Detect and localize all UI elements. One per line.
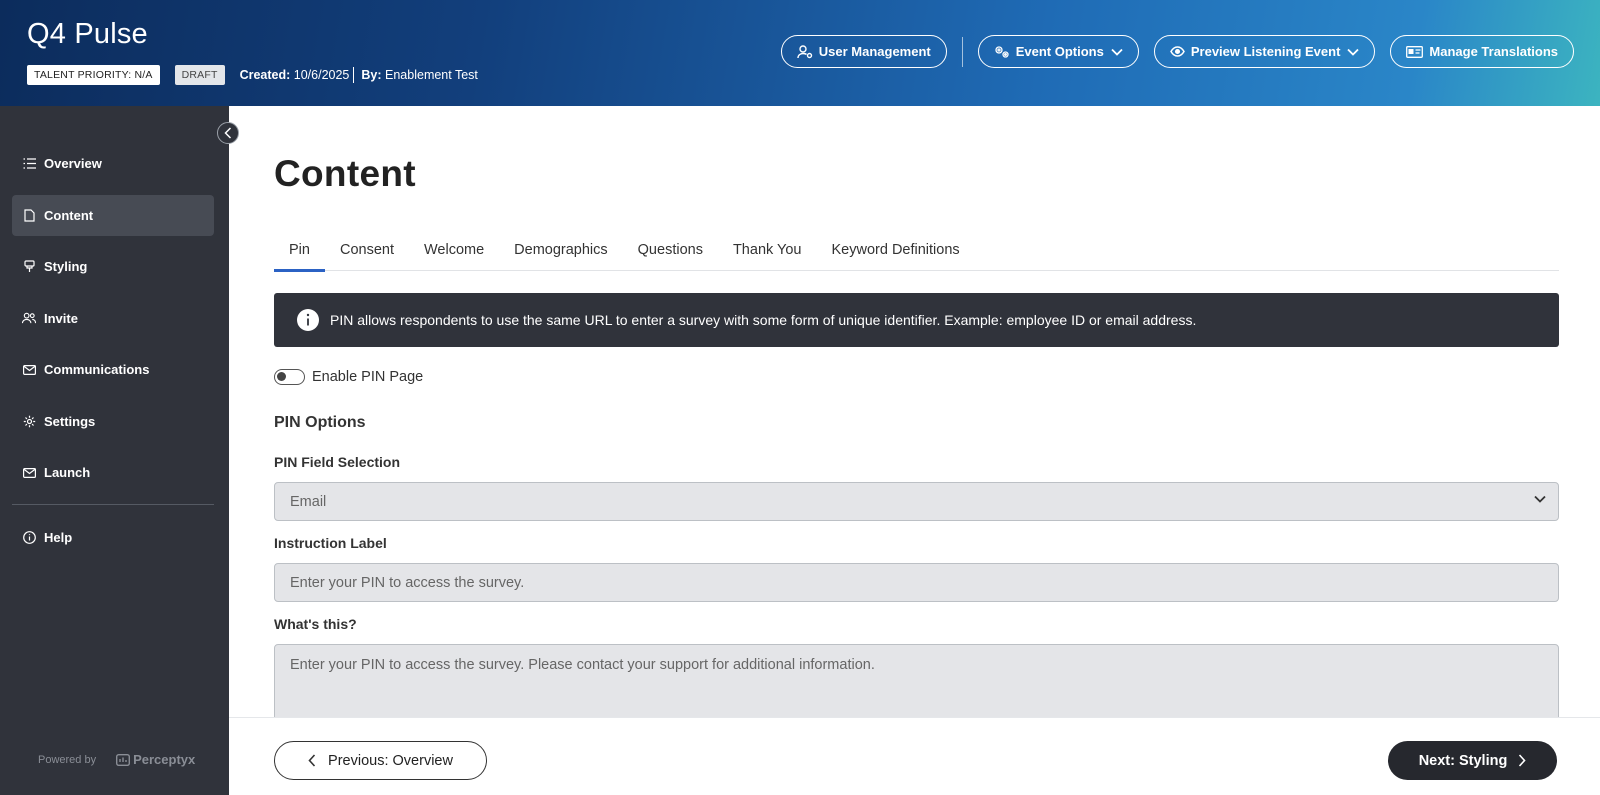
instruction-label-placeholder: Enter your PIN to access the survey. [290,574,525,591]
status-badge: DRAFT [174,65,225,85]
header-actions: User Management Event Options Preview Li… [766,35,1574,68]
next-label: Next: Styling [1418,752,1508,769]
event-options-label: Event Options [1015,44,1104,59]
perceptyx-logo-icon [116,753,131,766]
chevron-down-icon [1111,48,1123,56]
launch-mail-icon [22,466,36,480]
next-button[interactable]: Next: Styling [1388,741,1557,780]
tab-thank-you[interactable]: Thank You [718,228,817,271]
author-name: Enablement Test [385,68,478,82]
user-gear-icon [797,44,812,58]
tab-pin[interactable]: Pin [274,228,325,272]
pin-field-value: Email [290,493,327,510]
enable-pin-toggle[interactable] [274,369,305,385]
powered-by-label: Powered by [38,753,97,766]
sidebar-item-label: Overview [44,156,102,171]
preview-event-button[interactable]: Preview Listening Event [1153,35,1376,68]
info-banner-text: PIN allows respondents to use the same U… [330,312,1197,328]
list-icon [22,157,36,171]
instruction-label-title: Instruction Label [274,535,387,551]
sidebar-item-launch[interactable]: Launch [12,452,214,493]
brand-name: Perceptyx [133,752,196,767]
sidebar-item-label: Launch [44,465,91,480]
sidebar-divider [12,503,214,505]
manage-translations-label: Manage Translations [1429,44,1558,59]
info-icon [296,308,320,332]
eye-icon [1169,46,1185,57]
pin-field-select[interactable]: Email [274,482,1559,521]
main-content: Content Pin Consent Welcome Demographics… [229,106,1600,795]
sidebar-item-settings[interactable]: Settings [12,401,214,442]
user-management-label: User Management [818,44,931,59]
sidebar-item-label: Settings [44,413,96,429]
chevron-left-icon [308,754,316,767]
event-options-button[interactable]: Event Options [977,35,1139,68]
tab-welcome[interactable]: Welcome [409,228,499,271]
author-info: By: Enablement Test [361,68,478,82]
info-icon [22,530,36,544]
sidebar-item-styling[interactable]: Styling [12,246,214,287]
content-tabs: Pin Consent Welcome Demographics Questio… [274,228,1559,272]
whats-this-textarea[interactable]: Enter your PIN to access the survey. Ple… [274,644,1559,724]
sidebar-item-invite[interactable]: Invite [12,298,214,339]
enable-pin-row: Enable PIN Page [274,369,423,385]
chevron-right-icon [1519,754,1526,767]
app-title: Q4 Pulse [27,18,148,50]
header-divider [961,36,963,67]
manage-translations-button[interactable]: Manage Translations [1390,35,1574,68]
sidebar-item-label: Styling [44,259,88,274]
sidebar-item-overview[interactable]: Overview [12,143,214,184]
talent-priority-badge: TALENT PRIORITY: N/A [27,65,160,85]
translation-card-icon [1406,45,1424,58]
by-label: By: [361,68,382,82]
tab-consent[interactable]: Consent [325,228,409,271]
users-icon [22,311,36,325]
event-meta: TALENT PRIORITY: N/A DRAFT Created: 10/6… [27,65,478,85]
sidebar-item-content[interactable]: Content [12,194,214,236]
chevron-down-icon [1347,48,1360,56]
brand-logo: Perceptyx [116,752,195,767]
sidebar-item-label: Content [44,207,94,223]
gears-icon [995,45,1009,58]
tab-demographics[interactable]: Demographics [499,228,623,271]
created-date: 10/6/2025 [293,68,350,82]
user-management-button[interactable]: User Management [780,35,947,68]
whats-this-placeholder: Enter your PIN to access the survey. Ple… [290,657,875,673]
gear-icon [22,414,36,428]
enable-pin-label: Enable PIN Page [312,369,424,385]
chevron-down-icon [1534,495,1546,503]
meta-divider [353,67,355,83]
pin-info-banner: PIN allows respondents to use the same U… [274,293,1559,347]
footer-bar: Previous: Overview Next: Styling [229,717,1600,795]
tab-keyword-definitions[interactable]: Keyword Definitions [817,228,975,271]
previous-button[interactable]: Previous: Overview [274,741,487,780]
top-header: Q4 Pulse TALENT PRIORITY: N/A DRAFT Crea… [0,0,1600,106]
tab-questions[interactable]: Questions [623,228,718,271]
previous-label: Previous: Overview [328,752,453,769]
sidebar-item-communications[interactable]: Communications [12,349,214,390]
sidebar-item-label: Communications [44,362,150,377]
instruction-label-input[interactable]: Enter your PIN to access the survey. [274,563,1559,602]
sidebar-item-label: Help [44,529,73,545]
powered-by: Powered by Perceptyx [38,752,195,767]
pin-options-title: PIN Options [274,414,366,431]
created-info: Created: 10/6/2025 [240,68,350,82]
document-icon [22,208,36,222]
pin-field-label: PIN Field Selection [274,454,401,470]
sidebar: Overview Content Styling Invite Communic… [0,106,229,795]
mail-icon [22,363,36,377]
created-label: Created: [239,68,291,82]
sidebar-nav: Overview Content Styling Invite Communic… [12,143,214,568]
preview-event-label: Preview Listening Event [1190,44,1341,59]
paintbrush-icon [22,260,36,274]
sidebar-item-help[interactable]: Help [12,517,214,558]
page-title: Content [274,153,416,194]
sidebar-item-label: Invite [44,310,78,326]
whats-this-title: What's this? [274,616,357,632]
